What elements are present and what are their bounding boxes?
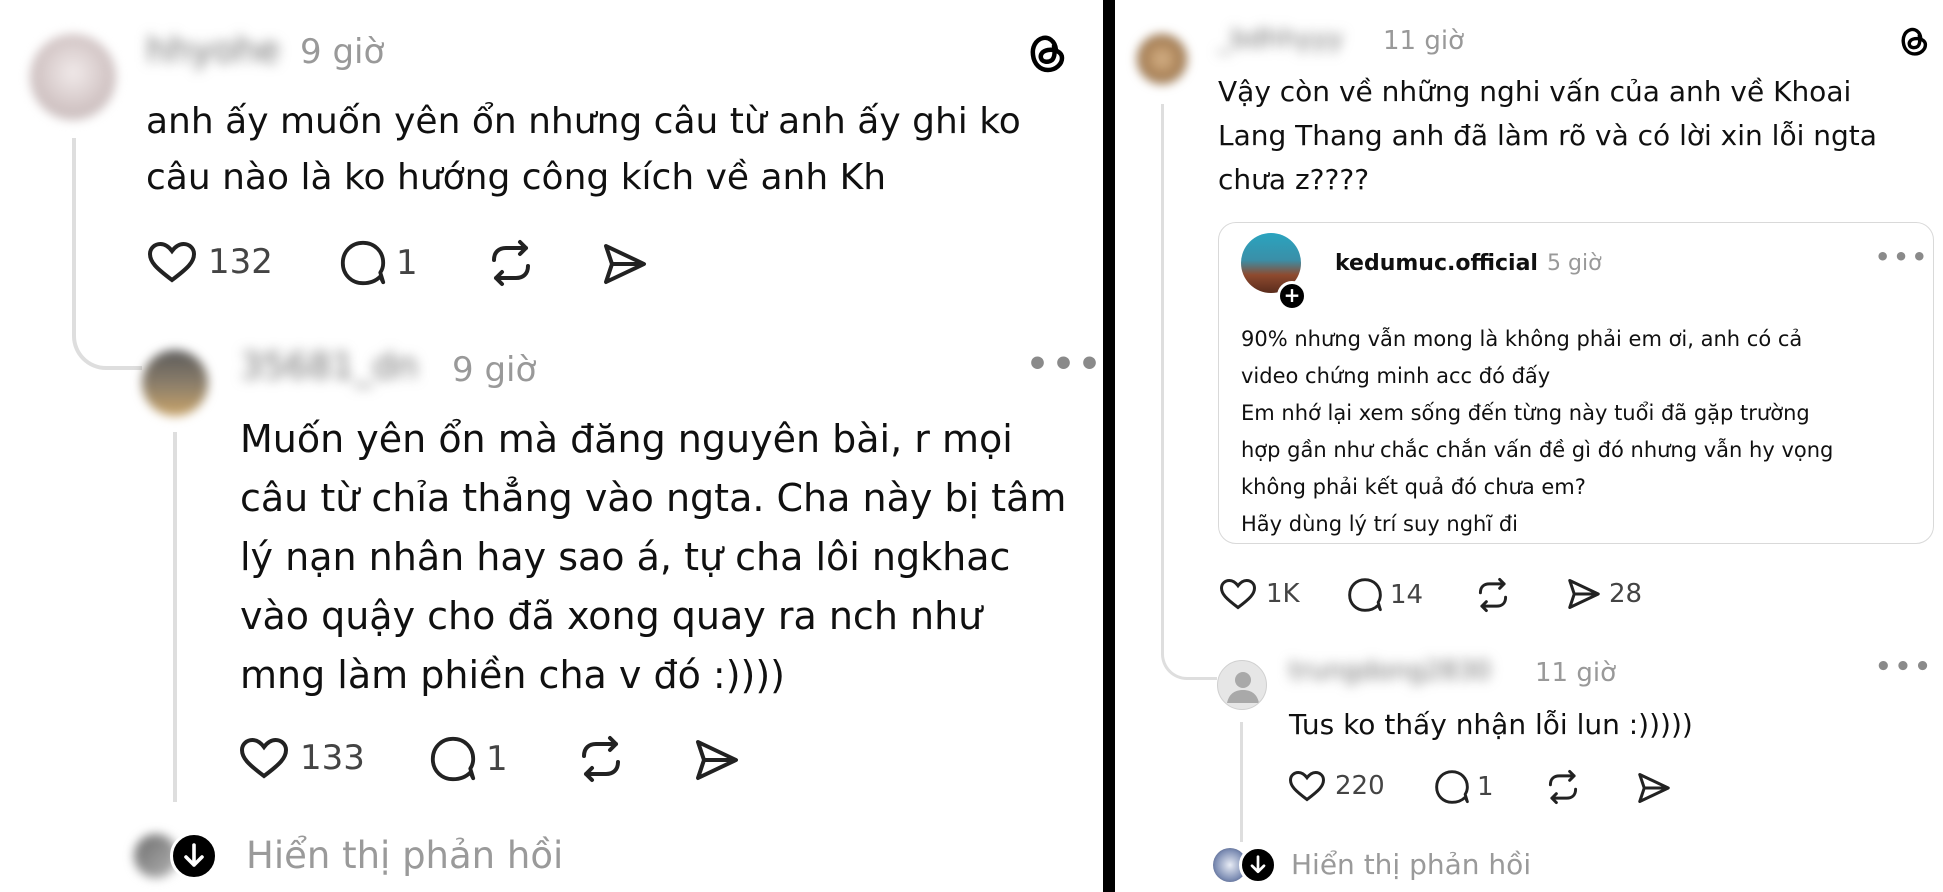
share-icon[interactable] xyxy=(1635,770,1673,806)
avatar[interactable] xyxy=(1137,34,1187,84)
quoted-post-card[interactable]: + kedumuc.official 5 giờ ••• 90% nhưng v… xyxy=(1218,222,1934,544)
reply-button[interactable]: 1 xyxy=(338,238,418,288)
quoted-text-line: hợp gần như chắc chắn vấn đề gì đó nhưng… xyxy=(1241,438,1834,462)
comment-text-line: mng làm phiền cha v đó :)))) xyxy=(240,653,786,697)
comment-text: Tus ko thấy nhận lỗi lun :))))) xyxy=(1289,708,1693,741)
quoted-text-line: video chứng minh acc đó đấy xyxy=(1241,364,1551,388)
avatar[interactable] xyxy=(30,34,116,120)
show-replies-link[interactable]: Hiển thị phản hồi xyxy=(1291,848,1531,881)
like-count: 220 xyxy=(1335,771,1385,801)
thread-line xyxy=(72,138,76,328)
panel-divider xyxy=(1103,0,1115,892)
thread-line xyxy=(173,432,177,802)
comment-username[interactable]: _bdhhyyy xyxy=(1218,24,1343,54)
avatar[interactable] xyxy=(142,350,208,416)
repost-icon[interactable] xyxy=(1473,576,1513,614)
like-button[interactable]: 1K xyxy=(1218,576,1300,612)
comment-icon xyxy=(1433,768,1471,806)
heart-icon xyxy=(146,238,198,286)
reply-count: 14 xyxy=(1390,580,1424,610)
threads-logo-icon[interactable] xyxy=(1895,22,1933,60)
more-icon[interactable]: ••• xyxy=(1875,652,1934,682)
share-icon xyxy=(1565,576,1603,612)
quoted-username[interactable]: kedumuc.official xyxy=(1335,251,1538,276)
follow-plus-icon[interactable]: + xyxy=(1277,281,1307,311)
heart-icon xyxy=(238,734,290,782)
comment-text-line: vào quậy cho đã xong quay ra nch như xyxy=(240,594,983,638)
comment-icon xyxy=(338,238,388,288)
comment-text-line: câu từ chỉa thẳng vào ngta. Cha này bị t… xyxy=(240,476,1067,520)
reply-count: 1 xyxy=(1477,772,1494,802)
comment-username[interactable]: hhyohe xyxy=(146,30,280,71)
like-count: 132 xyxy=(208,242,273,282)
more-icon[interactable]: ••• xyxy=(1026,344,1103,385)
comment-timestamp: 11 giờ xyxy=(1383,26,1464,56)
comment-text-line: Muốn yên ổn mà đăng nguyên bài, r mọi xyxy=(240,417,1013,461)
like-button[interactable]: 133 xyxy=(238,734,365,782)
comment-icon xyxy=(428,734,478,784)
like-button[interactable]: 132 xyxy=(146,238,273,286)
arrow-down-icon[interactable] xyxy=(170,832,218,880)
comment-username[interactable]: trungdong2830 xyxy=(1289,656,1491,686)
comment-text-line: lý nạn nhân hay sao á, tự cha lôi ngkhac xyxy=(240,535,1011,579)
threads-logo-icon[interactable] xyxy=(1022,28,1072,78)
heart-icon xyxy=(1287,768,1327,804)
reply-count: 1 xyxy=(486,739,508,779)
comment-text-line: Vậy còn về những nghi vấn của anh về Kho… xyxy=(1218,75,1852,108)
share-icon[interactable] xyxy=(692,736,742,784)
comment-text: Muốn yên ổn mà đăng nguyên bài, r mọi câ… xyxy=(240,410,1090,705)
left-screenshot-panel: hhyohe 9 giờ anh ấy muốn yên ổn nhưng câ… xyxy=(0,0,1103,892)
thread-connector xyxy=(72,320,142,370)
repost-icon[interactable] xyxy=(484,238,538,288)
comment-icon xyxy=(1346,576,1384,614)
repost-icon[interactable] xyxy=(574,734,628,784)
comment-text-line: anh ấy muốn yên ổn nhưng câu từ anh ấy g… xyxy=(146,101,1021,142)
like-count: 133 xyxy=(300,738,365,778)
heart-icon xyxy=(1218,576,1258,612)
more-icon[interactable]: ••• xyxy=(1875,243,1930,271)
thread-line xyxy=(1161,104,1164,644)
quoted-text-line: không phải kết quả đó chưa em? xyxy=(1241,475,1586,499)
thread-line xyxy=(1240,722,1243,842)
reply-button[interactable]: 1 xyxy=(1433,768,1494,806)
arrow-down-icon[interactable] xyxy=(1239,846,1277,884)
reply-button[interactable]: 14 xyxy=(1346,576,1423,614)
like-button[interactable]: 220 xyxy=(1287,768,1385,804)
comment-text-line: Lang Thang anh đã làm rõ và có lời xin l… xyxy=(1218,119,1877,152)
right-screenshot-panel: _bdhhyyy 11 giờ Vậy còn về những nghi vấ… xyxy=(1115,0,1943,892)
thread-connector xyxy=(1161,640,1217,680)
reply-button[interactable]: 1 xyxy=(428,734,508,784)
reply-count: 1 xyxy=(396,243,418,283)
quoted-timestamp: 5 giờ xyxy=(1547,251,1602,276)
share-button[interactable]: 28 xyxy=(1565,576,1642,612)
repost-icon[interactable] xyxy=(1543,768,1583,806)
comment-text-line: chưa z???? xyxy=(1218,163,1370,196)
comment-timestamp: 9 giờ xyxy=(300,32,385,72)
quoted-text-line: 90% nhưng vẫn mong là không phải em ơi, … xyxy=(1241,327,1803,351)
comment-timestamp: 11 giờ xyxy=(1535,658,1616,688)
comment-text: anh ấy muốn yên ổn nhưng câu từ anh ấy g… xyxy=(146,94,1096,206)
share-icon[interactable] xyxy=(600,240,650,288)
comment-timestamp: 9 giờ xyxy=(452,350,537,390)
like-count: 1K xyxy=(1266,579,1300,609)
quoted-text-line: Em nhớ lại xem sống đến từng này tuổi đã… xyxy=(1241,401,1810,425)
show-replies-link[interactable]: Hiển thị phản hồi xyxy=(246,834,563,877)
comment-username[interactable]: 35681_dn xyxy=(240,346,418,387)
avatar[interactable] xyxy=(1217,660,1267,710)
comment-text-line: câu nào là ko hướng công kích về anh Kh xyxy=(146,157,887,198)
quoted-text-line: Hãy dùng lý trí suy nghĩ đi xyxy=(1241,512,1519,536)
quoted-text: 90% nhưng vẫn mong là không phải em ơi, … xyxy=(1241,321,1921,543)
comment-text: Vậy còn về những nghi vấn của anh về Kho… xyxy=(1218,70,1918,202)
share-count: 28 xyxy=(1609,579,1643,609)
